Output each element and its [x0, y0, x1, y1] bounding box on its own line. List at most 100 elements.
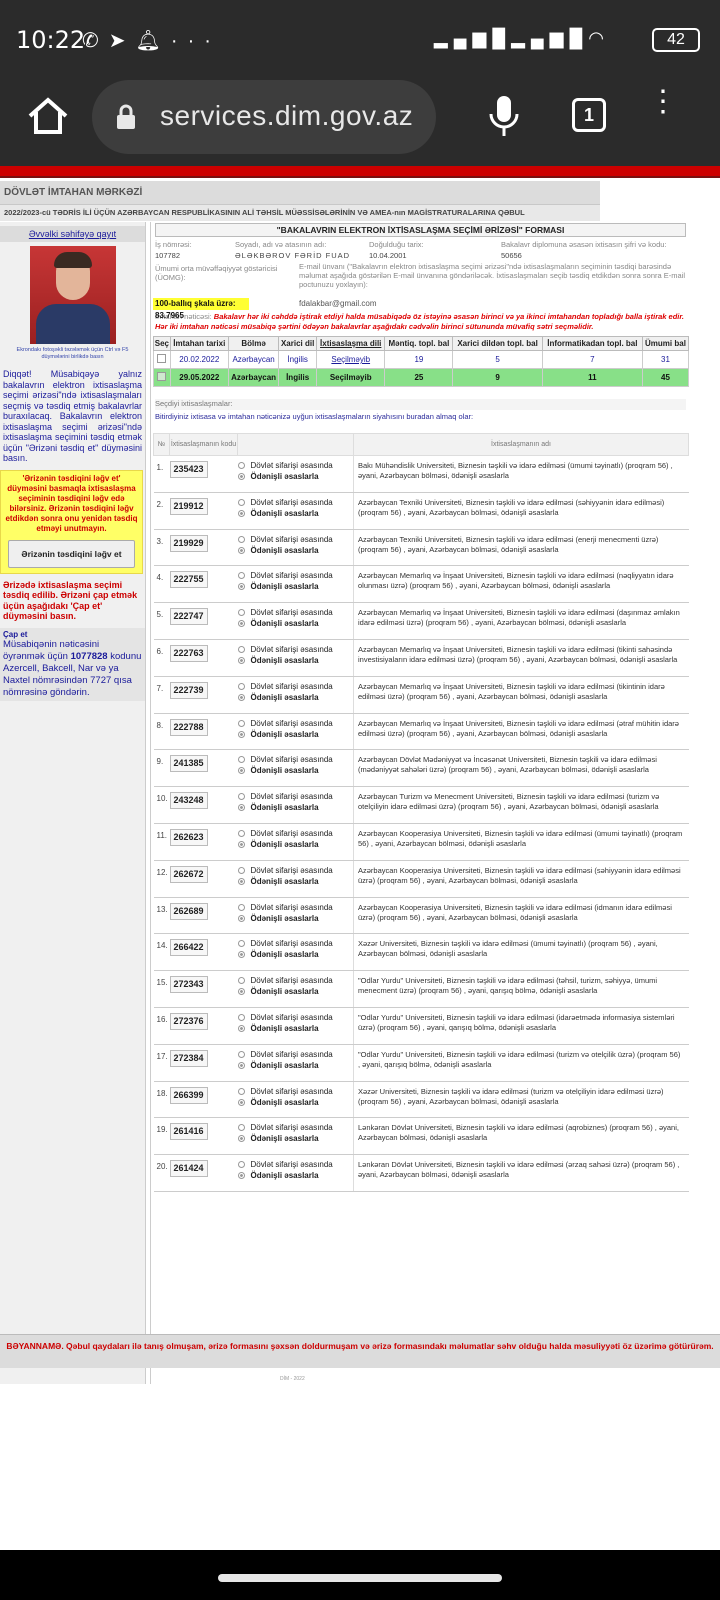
radio-paid[interactable]: [237, 767, 245, 775]
state-funded-option[interactable]: Dövlət sifarişi əsasında: [237, 902, 354, 913]
radio-state-funded[interactable]: [237, 829, 245, 837]
radio-paid[interactable]: [237, 473, 245, 480]
radio-paid[interactable]: [237, 509, 245, 517]
tab-switcher-button[interactable]: 1: [572, 98, 606, 132]
radio-state-funded[interactable]: [237, 1050, 245, 1058]
state-funded-option[interactable]: Dövlət sifarişi əsasında: [237, 460, 354, 471]
paid-option[interactable]: Ödənişli əsaslarla: [237, 581, 354, 592]
paid-option[interactable]: Ödənişli əsaslarla: [237, 545, 354, 556]
radio-paid[interactable]: [237, 1172, 245, 1180]
state-funded-option[interactable]: Dövlət sifarişi əsasında: [237, 1159, 354, 1170]
radio-paid[interactable]: [237, 914, 245, 922]
radio-paid[interactable]: [237, 620, 245, 628]
radio-paid[interactable]: [237, 1061, 245, 1069]
cancel-confirmation-button[interactable]: Ərizənin təsdiqini ləğv et: [8, 539, 135, 568]
paid-option[interactable]: Ödənişli əsaslarla: [237, 913, 354, 924]
exam-row-selected: 29.05.2022 Azərbaycan İngilis Seçilməyib…: [153, 368, 690, 387]
radio-paid[interactable]: [237, 1024, 245, 1032]
radio-state-funded[interactable]: [237, 977, 245, 985]
paid-option[interactable]: Ödənişli əsaslarla: [237, 949, 354, 960]
radio-state-funded[interactable]: [237, 903, 245, 911]
cancel-confirmation-box: 'Ərizənin təsdiqini ləğv et' düyməsini b…: [0, 469, 143, 574]
radio-paid[interactable]: [237, 988, 245, 996]
microphone-icon[interactable]: [484, 92, 524, 140]
radio-state-funded[interactable]: [237, 572, 245, 580]
print-link[interactable]: Çap et: [3, 630, 142, 639]
specs-list-note[interactable]: Bitirdiyiniz ixtisasa və imtahan nəticən…: [155, 412, 686, 421]
state-funded-option[interactable]: Dövlət sifarişi əsasında: [237, 754, 354, 765]
address-bar[interactable]: services.dim.gov.az: [92, 80, 436, 154]
radio-state-funded[interactable]: [237, 645, 245, 653]
exam-select-checkbox[interactable]: [157, 354, 167, 363]
radio-state-funded[interactable]: [237, 719, 245, 727]
radio-state-funded[interactable]: [237, 1013, 245, 1021]
radio-state-funded[interactable]: [237, 609, 245, 617]
state-funded-option[interactable]: Dövlət sifarişi əsasında: [237, 570, 354, 581]
radio-state-funded[interactable]: [237, 1161, 245, 1169]
state-funded-option[interactable]: Dövlət sifarişi əsasında: [237, 1012, 354, 1023]
overflow-menu-icon[interactable]: ⋮: [648, 87, 678, 136]
exam-select-checkbox[interactable]: [157, 372, 167, 381]
radio-paid[interactable]: [237, 1135, 245, 1143]
radio-paid[interactable]: [237, 1098, 245, 1106]
paid-option[interactable]: Ödənişli əsaslarla: [237, 876, 354, 887]
paid-option[interactable]: Ödənişli əsaslarla: [237, 508, 354, 519]
state-funded-option[interactable]: Dövlət sifarişi əsasında: [237, 938, 354, 949]
radio-paid[interactable]: [237, 951, 245, 959]
radio-state-funded[interactable]: [237, 1124, 245, 1132]
state-funded-option[interactable]: Dövlət sifarişi əsasında: [237, 534, 354, 545]
funding-options: Dövlət sifarişi əsasında Ödənişli əsaslar…: [237, 860, 354, 898]
radio-paid[interactable]: [237, 546, 245, 554]
state-funded-option[interactable]: Dövlət sifarişi əsasında: [237, 828, 354, 839]
paid-option[interactable]: Ödənişli əsaslarla: [237, 1097, 354, 1108]
state-funded-option[interactable]: Dövlət sifarişi əsasında: [237, 607, 354, 618]
radio-paid[interactable]: [237, 804, 245, 812]
state-funded-option[interactable]: Dövlət sifarişi əsasında: [237, 497, 354, 508]
paid-option[interactable]: Ödənişli əsaslarla: [237, 1060, 354, 1071]
more-dots-icon: ···: [170, 30, 221, 52]
paid-option[interactable]: Ödənişli əsaslarla: [237, 729, 354, 740]
paid-option[interactable]: Ödənişli əsaslarla: [237, 839, 354, 850]
paid-option[interactable]: Ödənişli əsaslarla: [237, 655, 354, 666]
home-icon[interactable]: [24, 92, 72, 140]
radio-state-funded[interactable]: [237, 1087, 245, 1095]
state-funded-option[interactable]: Dövlət sifarişi əsasında: [237, 1122, 354, 1133]
state-funded-option[interactable]: Dövlət sifarişi əsasında: [237, 865, 354, 876]
radio-paid[interactable]: [237, 877, 245, 885]
email-value: fdalakbar@gmail.com: [299, 299, 377, 308]
dob-label: Doğulduğu tarix:: [369, 240, 424, 249]
col-foreign-score: Xarici dildən topl. bal: [452, 336, 543, 351]
state-funded-option[interactable]: Dövlət sifarişi əsasında: [237, 791, 354, 802]
state-funded-option[interactable]: Dövlət sifarişi əsasında: [237, 975, 354, 986]
back-link[interactable]: Əvvəlki səhifəyə qayıt: [0, 226, 145, 242]
radio-paid[interactable]: [237, 583, 245, 591]
state-funded-option[interactable]: Dövlət sifarişi əsasında: [237, 681, 354, 692]
paid-option[interactable]: Ödənişli əsaslarla: [237, 692, 354, 703]
state-funded-option[interactable]: Dövlət sifarişi əsasında: [237, 1086, 354, 1097]
radio-state-funded[interactable]: [237, 793, 245, 801]
row-number: 17.: [153, 1044, 170, 1082]
paid-option[interactable]: Ödənişli əsaslarla: [237, 986, 354, 997]
radio-state-funded[interactable]: [237, 462, 245, 469]
home-gesture-bar[interactable]: [218, 1574, 502, 1582]
paid-option[interactable]: Ödənişli əsaslarla: [237, 802, 354, 813]
state-funded-option[interactable]: Dövlət sifarişi əsasında: [237, 1049, 354, 1060]
radio-paid[interactable]: [237, 693, 245, 701]
state-funded-option[interactable]: Dövlət sifarişi əsasında: [237, 718, 354, 729]
radio-state-funded[interactable]: [237, 756, 245, 764]
radio-state-funded[interactable]: [237, 535, 245, 543]
state-funded-option[interactable]: Dövlət sifarişi əsasında: [237, 644, 354, 655]
radio-paid[interactable]: [237, 730, 245, 738]
radio-state-funded[interactable]: [237, 866, 245, 874]
radio-paid[interactable]: [237, 656, 245, 664]
paid-option[interactable]: Ödənişli əsaslarla: [237, 765, 354, 776]
paid-option[interactable]: Ödənişli əsaslarla: [237, 1133, 354, 1144]
paid-option[interactable]: Ödənişli əsaslarla: [237, 1170, 354, 1181]
paid-option[interactable]: Ödənişli əsaslarla: [237, 1023, 354, 1034]
paid-option[interactable]: Ödənişli əsaslarla: [237, 618, 354, 629]
radio-paid[interactable]: [237, 840, 245, 848]
radio-state-funded[interactable]: [237, 682, 245, 690]
radio-state-funded[interactable]: [237, 498, 245, 506]
radio-state-funded[interactable]: [237, 940, 245, 948]
paid-option[interactable]: Ödənişli əsaslarla: [237, 471, 354, 482]
